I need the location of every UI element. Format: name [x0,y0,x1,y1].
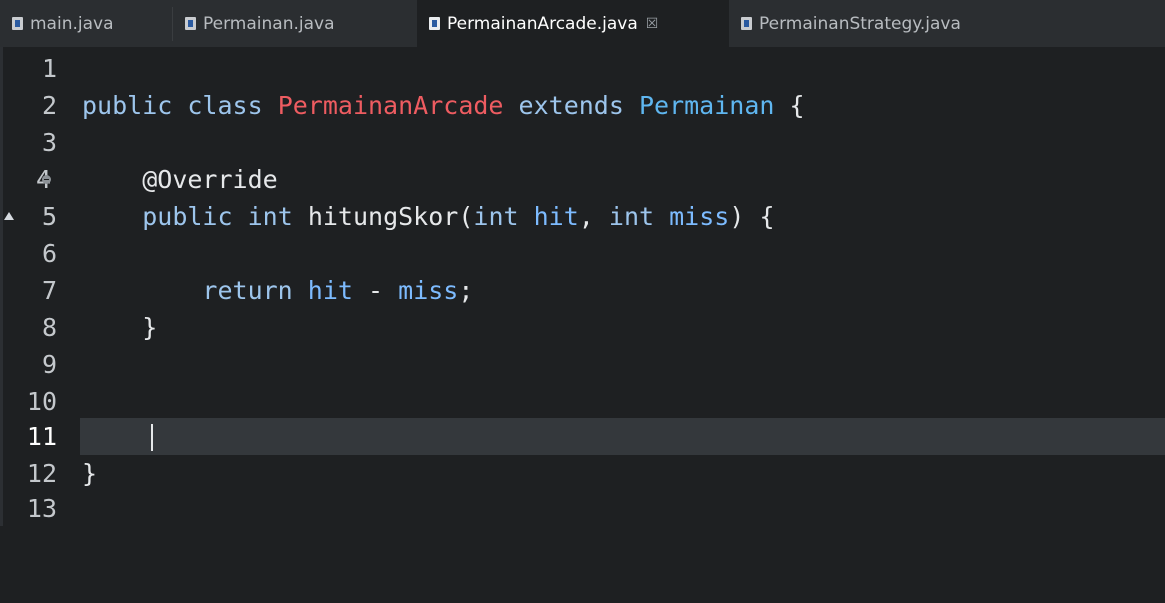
java-file-icon [12,17,23,30]
code-line[interactable]: 2 public class PermainanArcade extends P… [0,87,1165,124]
code-line[interactable]: 13 [0,490,1165,527]
keyword-token: class [187,91,263,120]
keyword-token: int [608,202,655,231]
line-number: 9 [41,350,57,379]
line-number: 11 [26,422,57,451]
parameter-token: miss [398,276,459,305]
line-number: 13 [26,494,57,523]
fold-collapse-icon[interactable] [42,175,51,184]
semicolon-token: ; [458,276,474,305]
code-text: public int hitungSkor(int hit, int miss)… [82,198,775,235]
keyword-token: public [82,91,173,120]
line-number: 8 [41,313,57,342]
brace-token: } [82,459,98,488]
code-line[interactable]: 10 [0,383,1165,420]
line-number: 6 [41,239,57,268]
parameter-token: hit [533,202,579,231]
brace-token: { [789,91,805,120]
keyword-token: return [202,276,293,305]
code-line[interactable]: 9 [0,346,1165,383]
code-text: public class PermainanArcade extends Per… [82,87,805,124]
parameter-token: miss [669,202,730,231]
line-number: 1 [41,54,57,83]
tab-main-java[interactable]: main.java [0,0,172,47]
code-line[interactable]: 8 } [0,309,1165,346]
annotation-token: @Override [142,165,278,194]
tab-bar-empty-area [1027,0,1165,47]
line-number: 10 [26,387,57,416]
code-editor[interactable]: 1 2 public class PermainanArcade extends… [0,47,1165,526]
tab-label: PermainanStrategy.java [759,13,961,34]
code-line[interactable]: 1 [0,50,1165,87]
java-file-icon [741,17,752,30]
code-line[interactable]: 3 [0,124,1165,161]
parameter-token: hit [307,276,353,305]
code-text: } [82,309,157,346]
code-line[interactable]: 7 return hit - miss; [0,272,1165,309]
tab-permainanstrategy-java[interactable]: PermainanStrategy.java [729,0,1027,47]
line-number: 2 [41,91,57,120]
tab-label: main.java [30,13,114,34]
operator-token: - [368,276,384,305]
tab-permainanarcade-java[interactable]: PermainanArcade.java ☒ [417,0,729,47]
paren-token: ) [729,202,745,231]
tab-permainan-java[interactable]: Permainan.java [173,0,417,47]
brace-token: } [142,313,158,342]
code-line[interactable]: 4 @Override [0,161,1165,198]
keyword-token: extends [518,91,624,120]
java-file-icon [429,17,440,30]
editor-tab-bar: main.java Permainan.java PermainanArcade… [0,0,1165,47]
line-number: 3 [41,128,57,157]
code-line[interactable]: 6 [0,235,1165,272]
eclipse-editor-window: main.java Permainan.java PermainanArcade… [0,0,1165,526]
code-text: @Override [82,161,278,198]
keyword-token: int [247,202,293,231]
java-file-icon [185,17,196,30]
override-arrow-icon[interactable] [4,212,14,220]
method-token: hitungSkor( [307,202,474,231]
line-number: 5 [41,202,57,231]
tab-label: Permainan.java [203,13,335,34]
line-number: 7 [41,276,57,305]
text-cursor [151,424,153,451]
code-line[interactable]: 5 public int hitungSkor(int hit, int mis… [0,198,1165,235]
close-icon[interactable]: ☒ [646,16,659,32]
code-text: } [82,455,97,492]
brace-token: { [759,202,775,231]
line-number: 12 [26,459,57,488]
code-line[interactable]: 12 } [0,455,1165,492]
keyword-token: public [142,202,233,231]
comma-token: , [578,202,594,231]
class-name-token: PermainanArcade [277,91,504,120]
code-text: return hit - miss; [82,272,473,309]
keyword-token: int [473,202,519,231]
type-token: Permainan [638,91,775,120]
code-line-current[interactable]: 11 [0,418,1165,455]
tab-label: PermainanArcade.java [447,13,638,34]
